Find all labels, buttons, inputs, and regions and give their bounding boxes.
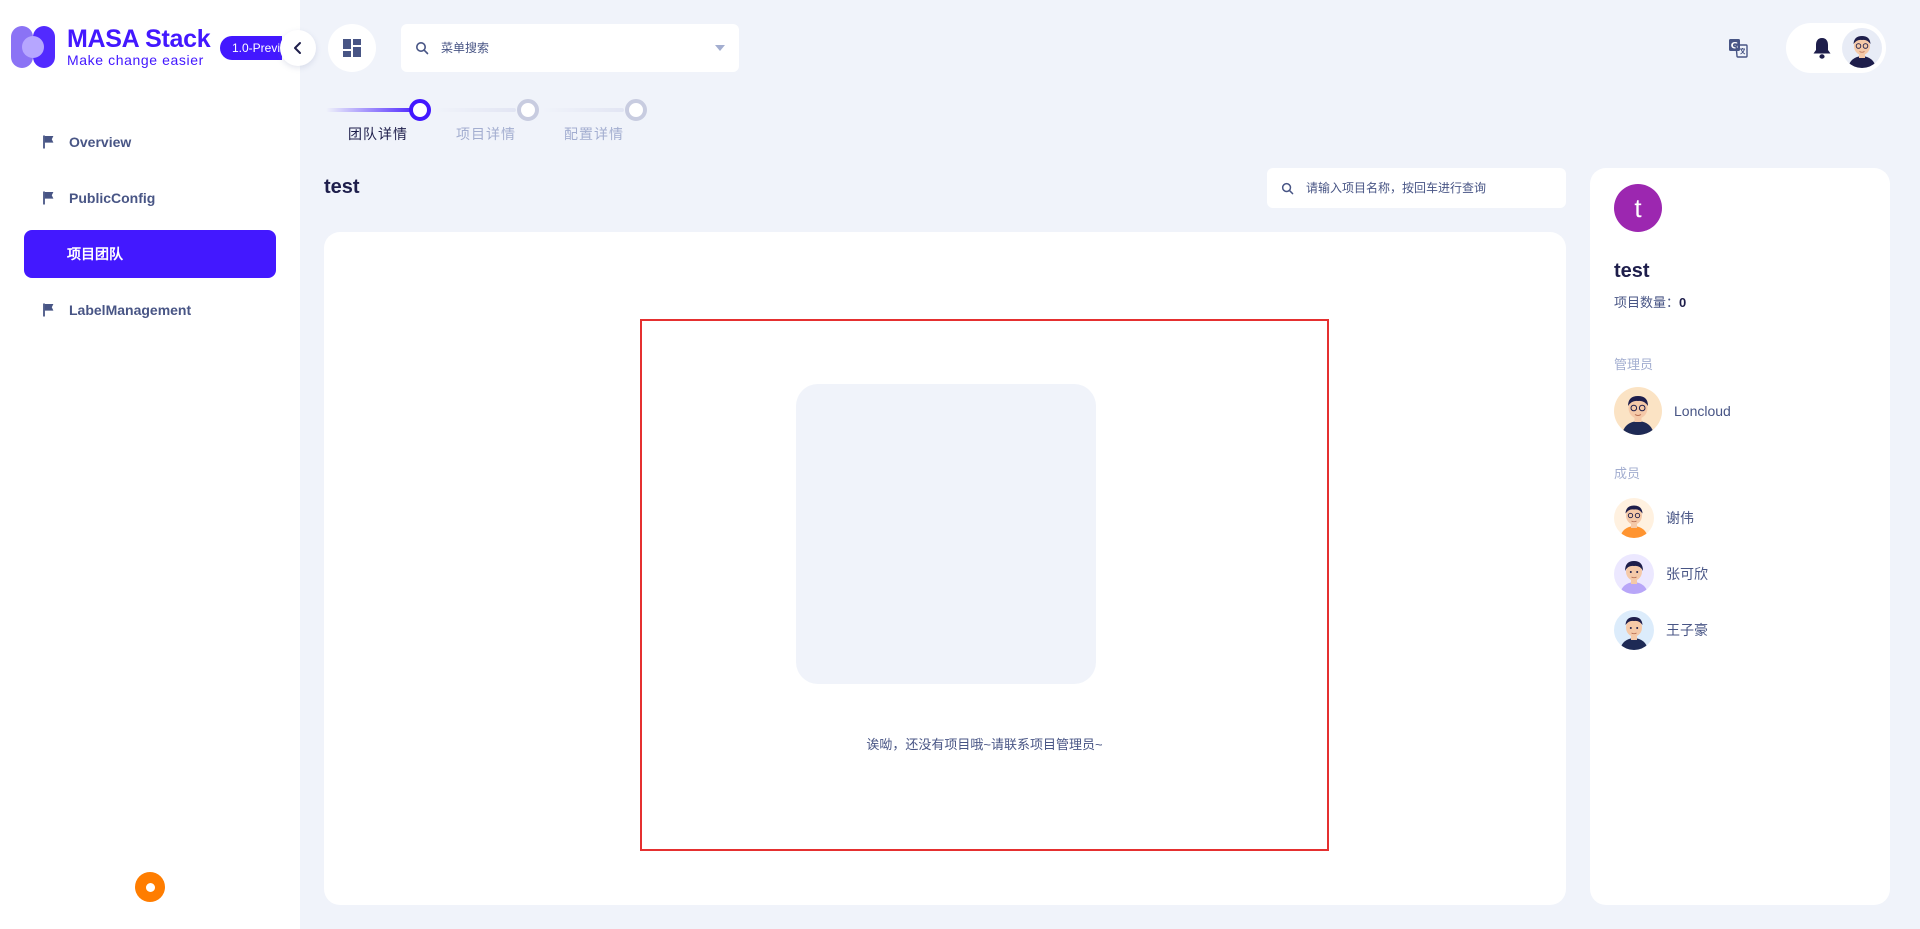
help-button[interactable] [135,872,165,902]
step-label-team[interactable]: 团队详情 [348,124,408,144]
step-circle-project[interactable] [517,99,539,121]
sidebar-item-publicconfig[interactable]: PublicConfig [24,174,276,222]
sidebar-item-labelmanagement[interactable]: LabelManagement [24,286,276,334]
flag-icon [43,135,54,149]
sidebar-item-overview[interactable]: Overview [24,118,276,166]
avatar [1614,610,1654,650]
panel-team-name: test [1614,260,1650,282]
search-icon [1281,182,1294,194]
translate-icon: G [1729,39,1748,58]
collapse-sidebar-button[interactable] [280,30,316,66]
step-label-config[interactable]: 配置详情 [564,124,624,144]
member-item[interactable]: 谢伟 [1614,498,1694,538]
project-search[interactable] [1267,168,1566,208]
user-avatar[interactable] [1842,28,1882,68]
sidebar-nav: Overview PublicConfig 项目团队 LabelManageme… [24,118,276,342]
page-title: test [324,176,360,198]
menu-search-input[interactable] [441,41,715,55]
flag-icon [43,191,54,205]
step-line [434,108,516,112]
member-item[interactable]: 王子豪 [1614,610,1708,650]
member-name: 谢伟 [1666,510,1694,526]
user-area [1786,23,1886,73]
step-circle-config[interactable] [625,99,647,121]
project-count-label: 项目数量： [1614,295,1680,310]
masa-logo-icon [11,24,57,70]
step-label-project[interactable]: 项目详情 [456,124,516,144]
sidebar-item-label: Overview [69,134,132,150]
step-circle-team[interactable] [409,99,431,121]
empty-state-message: 诶呦，还没有项目哦~请联系项目管理员~ [866,737,1103,752]
empty-state-illustration [796,384,1096,684]
dashboard-button[interactable] [328,24,376,72]
sidebar-item-label: LabelManagement [69,302,192,318]
member-item[interactable]: 张可欣 [1614,554,1708,594]
language-button[interactable]: G [1726,36,1750,60]
project-search-input[interactable] [1306,181,1552,195]
avatar [1614,498,1654,538]
project-count: 项目数量：0 [1614,292,1686,311]
member-name: 王子豪 [1666,622,1708,638]
app-logo[interactable]: MASA Stack Make change easier [11,24,211,70]
caret-down-icon[interactable] [715,45,725,51]
step-line [542,108,624,112]
admin-name: Loncloud [1674,403,1731,419]
step-line-active [326,108,421,112]
avatar [1614,387,1662,435]
team-info-panel: t test 项目数量：0 管理员 Loncloud 成员 谢伟 张可欣 王子豪 [1590,168,1890,905]
bell-icon[interactable] [1811,36,1833,60]
stepper: 团队详情 项目详情 配置详情 [326,96,666,146]
app-title: MASA Stack [67,25,211,53]
dashboard-icon [343,39,361,57]
sidebar-item-label: PublicConfig [69,190,156,206]
chevron-left-icon [294,42,301,54]
flag-icon [43,303,54,317]
version-badge: 1.0-Preview [220,36,282,60]
sidebar-item-label: 项目团队 [67,246,123,262]
sidebar: MASA Stack Make change easier 1.0-Previe… [0,0,300,929]
help-dot-icon [145,882,155,892]
project-count-value: 0 [1679,295,1687,310]
avatar [1614,554,1654,594]
menu-search[interactable] [401,24,739,72]
project-list-card: 诶呦，还没有项目哦~请联系项目管理员~ [324,232,1566,905]
team-avatar: t [1614,184,1662,232]
admin-item[interactable]: Loncloud [1614,387,1731,435]
member-name: 张可欣 [1666,566,1708,582]
sidebar-item-project-team[interactable]: 项目团队 [24,230,276,278]
app-subtitle: Make change easier [67,52,204,68]
search-icon [416,42,429,55]
members-label: 成员 [1614,466,1641,481]
admins-label: 管理员 [1614,357,1654,372]
